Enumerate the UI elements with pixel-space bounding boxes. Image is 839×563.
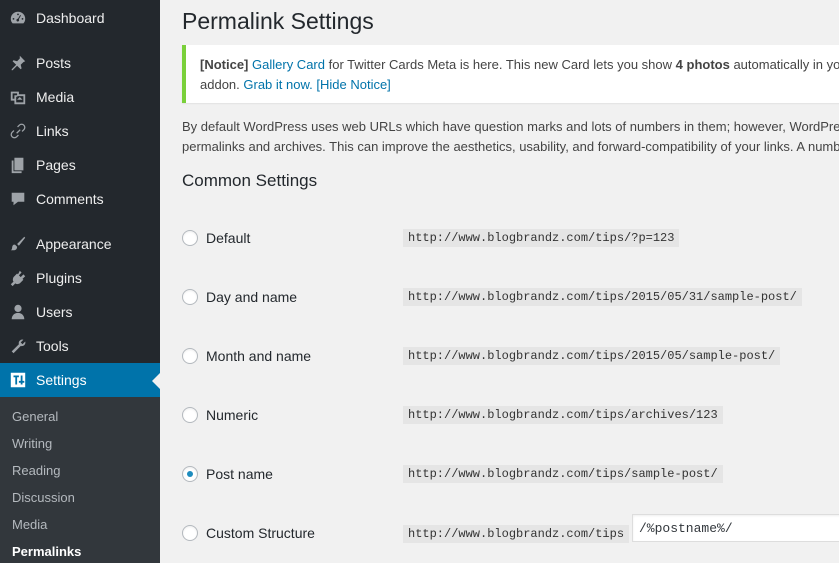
sidebar-item-users[interactable]: Users — [0, 295, 160, 329]
option-custom-structure: Custom Structure http://www.blogbrandz.c… — [182, 514, 839, 545]
grab-it-now-link[interactable]: Grab it now. — [243, 77, 312, 92]
notice-line-1: [Notice] Gallery Card for Twitter Cards … — [200, 55, 839, 75]
sidebar-item-label: Links — [36, 123, 69, 139]
example-url: http://www.blogbrandz.com/tips/2015/05/s… — [403, 347, 781, 365]
media-icon — [0, 88, 36, 106]
sidebar-item-settings[interactable]: Settings — [0, 363, 160, 397]
link-icon — [0, 122, 36, 140]
admin-notice: [Notice] Gallery Card for Twitter Cards … — [182, 45, 839, 103]
sidebar-item-label: Media — [36, 89, 75, 105]
intro-line: permalinks and archives. This can improv… — [182, 139, 839, 154]
option-day-and-name: Day and name http://www.blogbrandz.com/t… — [182, 285, 839, 309]
submenu-item-general[interactable]: General — [12, 409, 58, 424]
wrench-icon — [0, 337, 36, 355]
pin-icon — [0, 54, 36, 72]
example-url: http://www.blogbrandz.com/tips/2015/05/3… — [403, 288, 802, 306]
sidebar-item-posts[interactable]: Posts — [0, 46, 160, 80]
notice-line-2: addon. Grab it now. [Hide Notice] — [200, 75, 839, 95]
option-label[interactable]: Post name — [206, 466, 273, 482]
brush-icon — [0, 235, 36, 253]
custom-structure-input[interactable] — [632, 514, 839, 542]
notice-text: for Twitter Cards Meta is here. This new… — [324, 57, 676, 72]
dashboard-icon — [0, 9, 36, 27]
sidebar-item-label: Plugins — [36, 270, 82, 286]
pages-icon — [0, 156, 36, 174]
sidebar-item-media[interactable]: Media — [0, 80, 160, 114]
option-label[interactable]: Custom Structure — [206, 525, 315, 541]
example-url: http://www.blogbrandz.com/tips/archives/… — [403, 406, 723, 424]
notice-text: automatically in your Tweets with this — [733, 57, 839, 72]
radio-default[interactable] — [182, 230, 198, 246]
sidebar-item-label: Dashboard — [36, 10, 105, 26]
sidebar-item-label: Users — [36, 304, 73, 320]
hide-notice-link[interactable]: [Hide Notice] — [316, 77, 390, 92]
sidebar-item-pages[interactable]: Pages — [0, 148, 160, 182]
sidebar-item-tools[interactable]: Tools — [0, 329, 160, 363]
settings-icon — [0, 371, 36, 389]
option-label[interactable]: Numeric — [206, 407, 258, 423]
admin-sidebar: Dashboard Posts Media Links Pages Commen… — [0, 0, 160, 563]
sidebar-item-label: Posts — [36, 55, 72, 71]
sidebar-item-plugins[interactable]: Plugins — [0, 261, 160, 295]
page-title: Permalink Settings — [182, 8, 374, 34]
option-label[interactable]: Month and name — [206, 348, 311, 364]
sidebar-item-appearance[interactable]: Appearance — [0, 227, 160, 261]
example-url: http://www.blogbrandz.com/tips — [403, 525, 630, 543]
submenu-item-reading[interactable]: Reading — [12, 463, 60, 478]
option-post-name: Post name http://www.blogbrandz.com/tips… — [182, 462, 839, 486]
notice-bold: 4 photos — [675, 57, 730, 72]
user-icon — [0, 303, 36, 321]
radio-numeric[interactable] — [182, 407, 198, 423]
submenu-item-media[interactable]: Media — [12, 517, 47, 532]
notice-tag: [Notice] — [200, 57, 249, 72]
radio-post-name[interactable] — [182, 466, 198, 482]
sidebar-item-comments[interactable]: Comments — [0, 182, 160, 216]
sidebar-item-label: Pages — [36, 157, 76, 173]
active-indicator — [152, 373, 160, 389]
sidebar-item-label: Appearance — [36, 236, 112, 252]
submenu-item-permalinks[interactable]: Permalinks — [12, 544, 81, 559]
sidebar-item-dashboard[interactable]: Dashboard — [0, 1, 160, 35]
main-content: Permalink Settings [Notice] Gallery Card… — [160, 0, 839, 563]
intro-description: By default WordPress uses web URLs which… — [182, 117, 839, 157]
section-title: Common Settings — [182, 171, 318, 190]
example-url: http://www.blogbrandz.com/tips/sample-po… — [403, 465, 723, 483]
comment-icon — [0, 190, 36, 208]
radio-custom-structure[interactable] — [182, 525, 198, 541]
settings-submenu: General Writing Reading Discussion Media… — [0, 397, 160, 563]
example-url: http://www.blogbrandz.com/tips/?p=123 — [403, 229, 680, 247]
submenu-item-writing[interactable]: Writing — [12, 436, 52, 451]
plugin-icon — [0, 269, 36, 287]
option-label[interactable]: Day and name — [206, 289, 297, 305]
option-default: Default http://www.blogbrandz.com/tips/?… — [182, 226, 839, 250]
intro-line: By default WordPress uses web URLs which… — [182, 119, 839, 134]
radio-month-and-name[interactable] — [182, 348, 198, 364]
sidebar-item-label: Settings — [36, 372, 87, 388]
radio-day-and-name[interactable] — [182, 289, 198, 305]
sidebar-item-label: Comments — [36, 191, 104, 207]
option-label[interactable]: Default — [206, 230, 250, 246]
notice-text: addon. — [200, 77, 244, 92]
submenu-item-discussion[interactable]: Discussion — [12, 490, 75, 505]
sidebar-item-label: Tools — [36, 338, 69, 354]
option-month-and-name: Month and name http://www.blogbrandz.com… — [182, 344, 839, 368]
gallery-card-link[interactable]: Gallery Card — [252, 57, 325, 72]
sidebar-item-links[interactable]: Links — [0, 114, 160, 148]
option-numeric: Numeric http://www.blogbrandz.com/tips/a… — [182, 403, 839, 427]
